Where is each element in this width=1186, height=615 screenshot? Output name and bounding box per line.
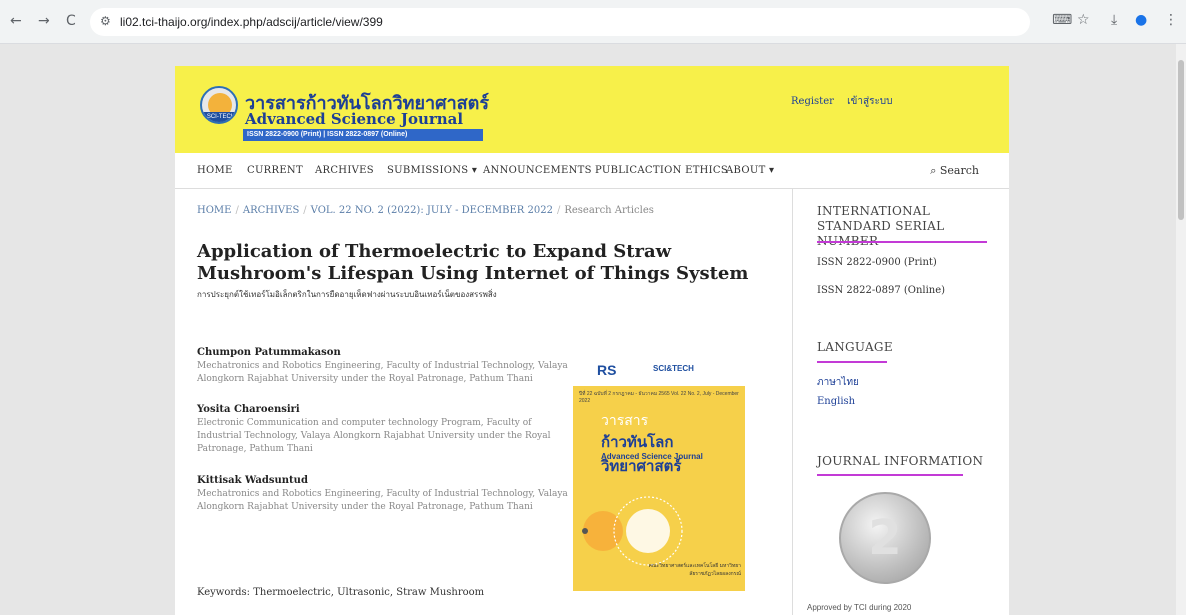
tier-number: 2: [868, 510, 902, 566]
heading-underline: [817, 361, 887, 363]
nav-announcements[interactable]: ANNOUNCEMENTS: [483, 165, 592, 176]
logo-label: SCI-TECH: [202, 112, 236, 122]
breadcrumb-section: Research Articles: [564, 205, 654, 216]
reload-icon[interactable]: C: [66, 13, 76, 29]
author-name: Kittisak Wadsuntud: [197, 475, 308, 486]
nav-archives[interactable]: ARCHIVES: [315, 165, 374, 176]
issue-cover-image[interactable]: ปีที่ 22 ฉบับที่ 2 กรกฎาคม - ธันวาคม 256…: [573, 356, 745, 591]
sidebar: INTERNATIONAL STANDARD SERIAL NUMBER ISS…: [792, 189, 1009, 615]
main-nav: HOME CURRENT ARCHIVES SUBMISSIONS ▾ ANNO…: [175, 153, 1009, 189]
site-info-icon[interactable]: ⚙: [100, 14, 111, 28]
issn-banner: ISSN 2822-0900 (Print) | ISSN 2822-0897 …: [243, 129, 483, 141]
language-heading: LANGUAGE: [817, 340, 893, 354]
nav-current[interactable]: CURRENT: [247, 165, 303, 176]
search-button[interactable]: ⌕ Search: [930, 164, 979, 178]
cover-title-english: Advanced Science Journal: [601, 452, 703, 461]
issn-online: ISSN 2822-0897 (Online): [817, 285, 946, 296]
author-entry: Chumpon Patummakason Mechatronics and Ro…: [197, 347, 577, 386]
download-icon[interactable]: ⤓: [1111, 12, 1117, 28]
back-icon[interactable]: ←: [10, 13, 22, 29]
tci-tier-medal[interactable]: 2: [839, 492, 931, 584]
article-subtitle-thai: การประยุกต์ใช้เทอร์โมอิเล็กตริกในการยืดอ…: [197, 290, 497, 299]
journal-site: SCI-TECH วารสารก้าวทันโลกวิทยาศาสตร์ Adv…: [175, 66, 1009, 615]
register-link[interactable]: Register: [791, 96, 834, 107]
language-thai-link[interactable]: ภาษาไทย: [817, 375, 859, 390]
translate-icon[interactable]: ⌨: [1052, 12, 1072, 28]
nav-about[interactable]: ABOUT ▾: [726, 165, 774, 176]
nav-home[interactable]: HOME: [197, 165, 233, 176]
cover-title-line1: วารสาร: [601, 413, 649, 429]
author-affiliation: Mechatronics and Robotics Engineering, F…: [197, 361, 568, 384]
breadcrumb-issue[interactable]: VOL. 22 NO. 2 (2022): JULY - DECEMBER 20…: [311, 205, 553, 216]
author-name: Yosita Charoensiri: [197, 404, 300, 415]
issn-print: ISSN 2822-0900 (Print): [817, 257, 937, 268]
nav-publication-ethics[interactable]: PUBLICACTION ETHICS: [595, 165, 728, 176]
scrollbar-thumb[interactable]: [1178, 60, 1184, 220]
search-label: Search: [939, 164, 979, 177]
cover-logo-strip: RS SCI&TECH: [573, 356, 745, 386]
login-link[interactable]: เข้าสู่ระบบ: [847, 96, 892, 107]
author-affiliation: Mechatronics and Robotics Engineering, F…: [197, 489, 568, 512]
nav-submissions[interactable]: SUBMISSIONS ▾: [387, 165, 477, 176]
author-entry: Yosita Charoensiri Electronic Communicat…: [197, 404, 577, 456]
journal-logo[interactable]: SCI-TECH: [200, 86, 238, 124]
heading-underline: [817, 474, 963, 476]
journal-title-english[interactable]: Advanced Science Journal: [245, 110, 463, 128]
article-keywords: Keywords: Thermoelectric, Ultrasonic, St…: [197, 587, 485, 598]
heading-underline: [817, 241, 987, 243]
author-entry: Kittisak Wadsuntud Mechatronics and Robo…: [197, 475, 577, 514]
cover-issue-info: ปีที่ 22 ฉบับที่ 2 กรกฎาคม - ธันวาคม 256…: [579, 391, 739, 404]
url-text[interactable]: li02.tci-thaijo.org/index.php/adscij/art…: [120, 15, 383, 29]
forward-icon[interactable]: →: [38, 13, 50, 29]
profile-icon[interactable]: ●: [1135, 12, 1147, 28]
menu-icon[interactable]: ⋮: [1164, 12, 1178, 28]
breadcrumb-home[interactable]: HOME: [197, 205, 231, 216]
cover-logo-scitech: SCI&TECH: [653, 364, 694, 373]
browser-toolbar: ← → C ⚙ li02.tci-thaijo.org/index.php/ad…: [0, 0, 1186, 44]
article-title: Application of Thermoelectric to Expand …: [197, 241, 749, 284]
site-header: SCI-TECH วารสารก้าวทันโลกวิทยาศาสตร์ Adv…: [175, 66, 1009, 153]
author-name: Chumpon Patummakason: [197, 347, 341, 358]
cover-publisher: คณะวิทยาศาสตร์และเทคโนโลยี มหาวิทยาลัยรา…: [648, 563, 741, 577]
cover-logo-rs: RS: [597, 362, 617, 378]
author-affiliation: Electronic Communication and computer te…: [197, 418, 551, 454]
address-bar[interactable]: ⚙ li02.tci-thaijo.org/index.php/adscij/a…: [90, 8, 1030, 36]
bookmark-star-icon[interactable]: ☆: [1077, 12, 1090, 28]
journal-info-heading: JOURNAL INFORMATION: [817, 454, 984, 468]
breadcrumb: HOME / ARCHIVES / VOL. 22 NO. 2 (2022): JULY…: [197, 205, 654, 216]
page-viewport: SCI-TECH วารสารก้าวทันโลกวิทยาศาสตร์ Adv…: [0, 44, 1176, 615]
search-icon: ⌕: [930, 164, 937, 177]
breadcrumb-archives[interactable]: ARCHIVES: [243, 205, 299, 216]
tci-approval-text: Approved by TCI during 2020: [807, 603, 912, 612]
language-english-link[interactable]: English: [817, 396, 855, 407]
